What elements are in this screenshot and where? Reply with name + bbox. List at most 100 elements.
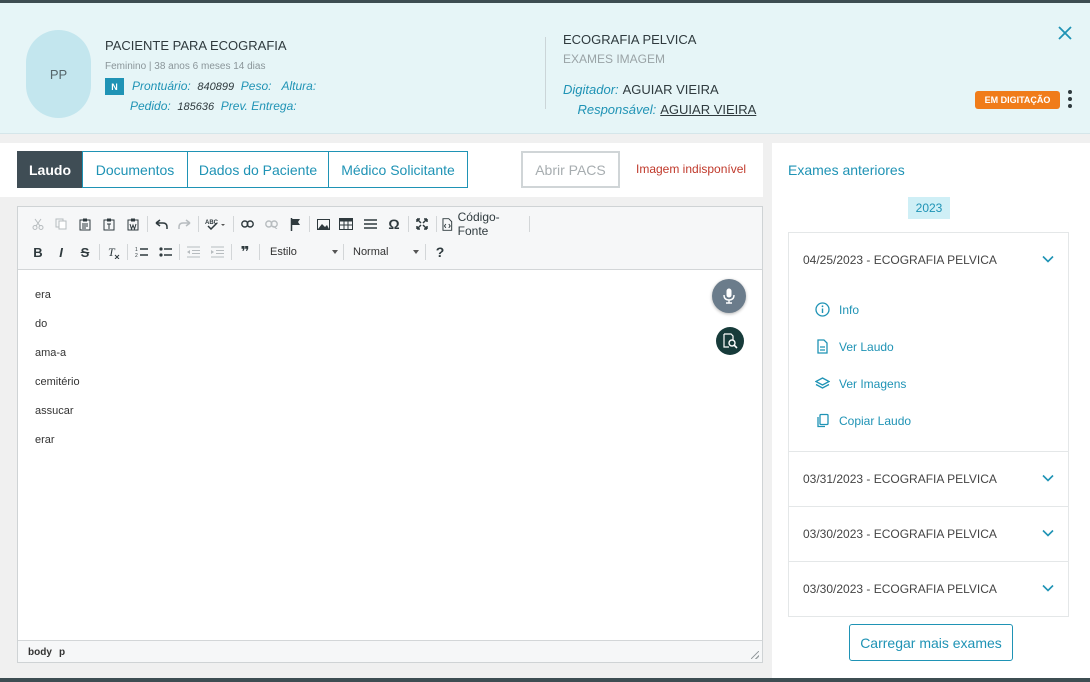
anchor-flag-icon[interactable]	[287, 214, 303, 234]
pedido-value: 185636	[177, 101, 215, 113]
patient-info: Feminino | 38 anos 6 meses 14 dias	[105, 61, 266, 72]
link-icon[interactable]	[239, 214, 255, 234]
patient-name: PACIENTE PARA ECOGRAFIA	[105, 38, 287, 53]
open-pacs-button[interactable]: Abrir PACS	[521, 151, 620, 188]
pedido-label: Pedido:	[130, 99, 171, 113]
table-icon[interactable]	[338, 214, 354, 234]
tab-dados-paciente[interactable]: Dados do Paciente	[187, 151, 329, 188]
exam-item-header[interactable]: 04/25/2023 - ECOGRAFIA PELVICA	[789, 233, 1068, 287]
chevron-down-icon	[1042, 584, 1054, 592]
exam-staff: Digitador: AGUIAR VIEIRA Responsável: AGUI…	[563, 80, 863, 120]
editor-content[interactable]: era do ama-a cemitério assucar erar	[35, 289, 80, 463]
strikethrough-button[interactable]: S	[77, 242, 93, 262]
editor-toolbar: ABC Ω Código-Fonte B I S T 1 2 ❞ Estilo …	[18, 207, 762, 270]
digitador-label: Digitador:	[563, 82, 619, 97]
more-options-icon[interactable]	[1066, 90, 1074, 108]
chevron-down-icon	[332, 250, 338, 254]
tab-documentos[interactable]: Documentos	[82, 151, 188, 188]
special-char-icon[interactable]: Ω	[386, 214, 402, 234]
exam-item-header[interactable]: 03/30/2023 - ECOGRAFIA PELVICA	[789, 562, 1068, 616]
editor-line: do	[35, 318, 48, 330]
view-report-action[interactable]: Ver Laudo	[815, 328, 1068, 365]
responsavel-link[interactable]: AGUIAR VIEIRA	[660, 102, 756, 117]
prontuario-value: 840899	[197, 81, 235, 93]
format-select[interactable]: Normal	[353, 242, 419, 262]
toolbar-separator	[309, 216, 310, 232]
exam-item-header[interactable]: 03/31/2023 - ECOGRAFIA PELVICA	[789, 452, 1068, 506]
unlink-icon[interactable]	[263, 214, 279, 234]
svg-text:2: 2	[135, 253, 138, 258]
status-badge-digitacao: EM DIGITAÇÃO	[975, 91, 1060, 109]
cut-icon[interactable]	[30, 214, 46, 234]
copy-report-action[interactable]: Copiar Laudo	[815, 402, 1068, 439]
view-images-action[interactable]: Ver Imagens	[815, 365, 1068, 402]
paste-text-icon[interactable]	[101, 214, 117, 234]
document-search-icon[interactable]	[716, 327, 744, 355]
blockquote-button[interactable]: ❞	[237, 242, 253, 262]
spellcheck-icon[interactable]: ABC	[204, 214, 228, 234]
info-label: Info	[839, 302, 860, 317]
copy-toolbar-icon[interactable]	[53, 214, 69, 234]
bold-button[interactable]: B	[30, 242, 46, 262]
list-item: 04/25/2023 - ECOGRAFIA PELVICA Info Ver …	[789, 233, 1068, 452]
paste-word-icon[interactable]	[125, 214, 141, 234]
path-p[interactable]: p	[59, 647, 65, 658]
svg-text:T: T	[108, 246, 116, 259]
info-icon	[815, 302, 830, 317]
digitador-value: AGUIAR VIEIRA	[622, 82, 719, 97]
exam-item-label: 03/31/2023 - ECOGRAFIA PELVICA	[803, 472, 997, 486]
toolbar-separator	[529, 216, 530, 232]
style-select[interactable]: Estilo	[270, 242, 338, 262]
exam-item-label: 03/30/2023 - ECOGRAFIA PELVICA	[803, 582, 997, 596]
format-select-label: Normal	[353, 246, 389, 258]
toolbar-separator	[436, 216, 437, 232]
resize-grip-icon[interactable]	[751, 651, 759, 659]
source-code-button[interactable]: Código-Fonte	[442, 210, 528, 238]
numbered-list-icon[interactable]: 12	[133, 242, 149, 262]
exam-item-header[interactable]: 03/30/2023 - ECOGRAFIA PELVICA	[789, 507, 1068, 561]
info-action[interactable]: Info	[815, 291, 1068, 328]
close-icon[interactable]	[1058, 24, 1072, 44]
image-icon[interactable]	[315, 214, 331, 234]
remove-format-icon[interactable]: T	[105, 242, 121, 262]
previous-exams-list: 04/25/2023 - ECOGRAFIA PELVICA Info Ver …	[788, 232, 1069, 617]
exam-item-label: 03/30/2023 - ECOGRAFIA PELVICA	[803, 527, 997, 541]
help-button[interactable]: ?	[432, 242, 448, 262]
editor-line: assucar	[35, 405, 74, 417]
editor-line: cemitério	[35, 376, 80, 388]
maximize-icon[interactable]	[414, 214, 430, 234]
italic-button[interactable]: I	[53, 242, 69, 262]
bullet-list-icon[interactable]	[157, 242, 173, 262]
chevron-down-icon	[413, 250, 419, 254]
tab-laudo[interactable]: Laudo	[17, 151, 83, 188]
toolbar-separator	[127, 244, 128, 260]
tab-bar: Laudo Documentos Dados do Paciente Médic…	[0, 143, 763, 197]
toolbar-separator	[99, 244, 100, 260]
copy-report-label: Copiar Laudo	[839, 413, 912, 428]
microphone-icon[interactable]	[712, 279, 746, 313]
altura-label: Altura:	[281, 79, 317, 93]
view-images-label: Ver Imagens	[839, 376, 907, 391]
redo-icon[interactable]	[176, 214, 192, 234]
toolbar-separator	[231, 244, 232, 260]
chevron-down-icon	[1042, 255, 1054, 263]
source-code-label: Código-Fonte	[457, 210, 500, 238]
header-divider	[545, 37, 546, 109]
paste-icon[interactable]	[77, 214, 93, 234]
year-badge[interactable]: 2023	[908, 197, 950, 219]
order-details-row: Pedido: 185636 Prev. Entrega:	[130, 99, 297, 113]
path-body[interactable]: body	[28, 647, 52, 658]
previous-exams-title: Exames anteriores	[788, 162, 905, 178]
previous-exams-panel: Exames anteriores 2023 04/25/2023 - ECOG…	[772, 143, 1090, 678]
toolbar-separator	[147, 216, 148, 232]
undo-icon[interactable]	[153, 214, 169, 234]
load-more-button[interactable]: Carregar mais exames	[849, 624, 1013, 661]
horizontal-rule-icon[interactable]	[362, 214, 378, 234]
tab-medico-solicitante[interactable]: Médico Solicitante	[328, 151, 468, 188]
exam-item-label: 04/25/2023 - ECOGRAFIA PELVICA	[803, 253, 997, 267]
outdent-icon[interactable]	[185, 242, 201, 262]
indent-icon[interactable]	[209, 242, 225, 262]
rich-text-editor: ABC Ω Código-Fonte B I S T 1 2 ❞ Estilo …	[17, 206, 763, 663]
editor-line: ama-a	[35, 347, 67, 359]
toolbar-separator	[425, 244, 426, 260]
